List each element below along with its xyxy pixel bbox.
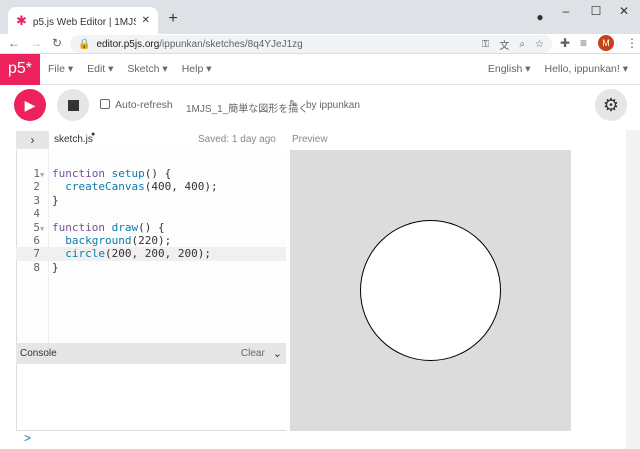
- play-button[interactable]: ▶: [14, 89, 46, 121]
- preview-label: Preview: [292, 134, 328, 145]
- browser-tab[interactable]: ✱ p5.js Web Editor | 1MJS_1_簡単な ✕: [8, 7, 158, 34]
- sidebar-toggle-button[interactable]: ›: [16, 131, 49, 149]
- settings-button[interactable]: ⚙: [595, 89, 627, 121]
- console-input[interactable]: >: [16, 430, 286, 449]
- line-number: 4: [33, 207, 40, 221]
- stop-icon: [67, 99, 79, 111]
- code-token: () {: [144, 167, 172, 180]
- auto-refresh-checkbox[interactable]: [100, 99, 110, 109]
- menu-file[interactable]: File ▾: [48, 63, 73, 75]
- p5-logo[interactable]: p5*: [0, 53, 40, 85]
- code-token: function: [52, 220, 112, 234]
- bookmark-star-icon[interactable]: ☆: [535, 39, 544, 50]
- menu-edit[interactable]: Edit ▾: [87, 63, 113, 75]
- menu-help[interactable]: Help ▾: [182, 63, 212, 75]
- gear-icon: ⚙: [602, 94, 620, 115]
- line-number: 8: [33, 260, 40, 274]
- code-line[interactable]: 2 createCanvas(400, 400);: [16, 180, 286, 193]
- code-token: setup: [111, 167, 145, 180]
- code-token: () {: [138, 220, 165, 234]
- file-tab[interactable]: sketch.js: [54, 134, 93, 145]
- stop-button[interactable]: [57, 89, 89, 121]
- code-token: }: [52, 260, 59, 274]
- code-token: createCanvas: [65, 180, 145, 194]
- close-tab-icon[interactable]: ✕: [142, 15, 150, 26]
- lock-icon: 🔒: [78, 38, 91, 50]
- line-number: 7: [33, 247, 40, 261]
- user-menu[interactable]: Hello, ippunkan! ▾: [545, 63, 629, 75]
- code-line[interactable]: 8}: [16, 261, 286, 274]
- translate-icon[interactable]: 文: [499, 37, 509, 52]
- media-icon[interactable]: ●: [530, 10, 550, 24]
- new-tab-button[interactable]: +: [164, 10, 182, 28]
- code-line[interactable]: 4: [16, 207, 286, 220]
- url-input[interactable]: 🔒 editor.p5js.org/ippunkan/sketches/8q4Y…: [70, 35, 552, 53]
- line-number: 5: [33, 220, 40, 234]
- line-number: 1: [33, 167, 40, 180]
- browser-tab-bar: ✱ p5.js Web Editor | 1MJS_1_簡単な ✕ + ● – …: [0, 0, 640, 34]
- line-number: 6: [33, 234, 40, 247]
- key-icon[interactable]: ⚿: [482, 39, 490, 50]
- page-scrollbar[interactable]: [626, 130, 640, 449]
- code-token: }: [52, 193, 59, 207]
- code-token: (400, 400);: [144, 180, 218, 194]
- auto-refresh-label: Auto-refresh: [115, 99, 173, 111]
- line-number: 2: [33, 180, 40, 194]
- code-line[interactable]: 7 circle(200, 200, 200);: [16, 247, 286, 261]
- edit-pencil-icon[interactable]: ✎: [289, 99, 297, 110]
- minimize-button[interactable]: –: [556, 4, 576, 18]
- console-title: Console: [20, 348, 57, 359]
- extensions-icon[interactable]: ✚: [560, 36, 570, 50]
- media-queue-icon[interactable]: ≡: [580, 36, 587, 50]
- line-number: 3: [33, 193, 40, 207]
- play-icon: ▶: [24, 96, 36, 113]
- menu-sketch[interactable]: Sketch ▾: [127, 63, 167, 75]
- forward-icon[interactable]: →: [30, 36, 42, 50]
- code-line[interactable]: 1▼ function setup() {: [16, 167, 286, 180]
- canvas-circle: [360, 220, 501, 361]
- code-token: background: [65, 234, 132, 247]
- close-window-button[interactable]: ✕: [614, 4, 634, 18]
- code-token: function: [52, 167, 112, 180]
- code-token: circle: [65, 247, 105, 261]
- address-bar-row: ← → ↻ 🔒 editor.p5js.org/ippunkan/sketche…: [0, 34, 640, 54]
- url-domain: editor.p5js.org: [96, 38, 160, 50]
- p5-favicon-icon: ✱: [16, 12, 27, 28]
- code-line[interactable]: 6 background(220);: [16, 234, 286, 247]
- back-icon[interactable]: ←: [8, 36, 20, 50]
- tab-title: p5.js Web Editor | 1MJS_1_簡単な: [32, 17, 136, 28]
- code-line[interactable]: 5▼ function draw() {: [16, 221, 286, 234]
- language-menu[interactable]: English ▾: [488, 63, 531, 75]
- unsaved-dot-icon: ●: [91, 131, 96, 138]
- profile-avatar[interactable]: M: [598, 35, 614, 51]
- console-prompt: >: [24, 431, 32, 445]
- sketch-owner[interactable]: by ippunkan: [306, 100, 360, 111]
- console-clear-button[interactable]: Clear: [241, 348, 265, 359]
- console-header: Console Clear ⌄: [16, 343, 286, 364]
- console-output: [16, 364, 286, 430]
- code-token: (220);: [131, 234, 172, 247]
- p5-nav-bar: p5* File ▾ Edit ▾ Sketch ▾ Help ▾ Englis…: [0, 53, 640, 85]
- menu-kebab-icon[interactable]: ⋮: [626, 36, 638, 50]
- code-token: draw: [111, 220, 139, 234]
- saved-status: Saved: 1 day ago: [198, 134, 276, 145]
- url-path: /ippunkan/sketches/8q4YJeJ1zg: [159, 38, 303, 50]
- chevron-down-icon[interactable]: ⌄: [273, 347, 282, 360]
- reload-icon[interactable]: ↻: [52, 36, 62, 50]
- code-line[interactable]: 3}: [16, 194, 286, 207]
- code-token: (200, 200, 200);: [105, 247, 211, 261]
- chevron-right-icon: ›: [30, 133, 35, 147]
- zoom-icon[interactable]: ⌕: [519, 39, 525, 50]
- maximize-button[interactable]: ☐: [586, 4, 606, 18]
